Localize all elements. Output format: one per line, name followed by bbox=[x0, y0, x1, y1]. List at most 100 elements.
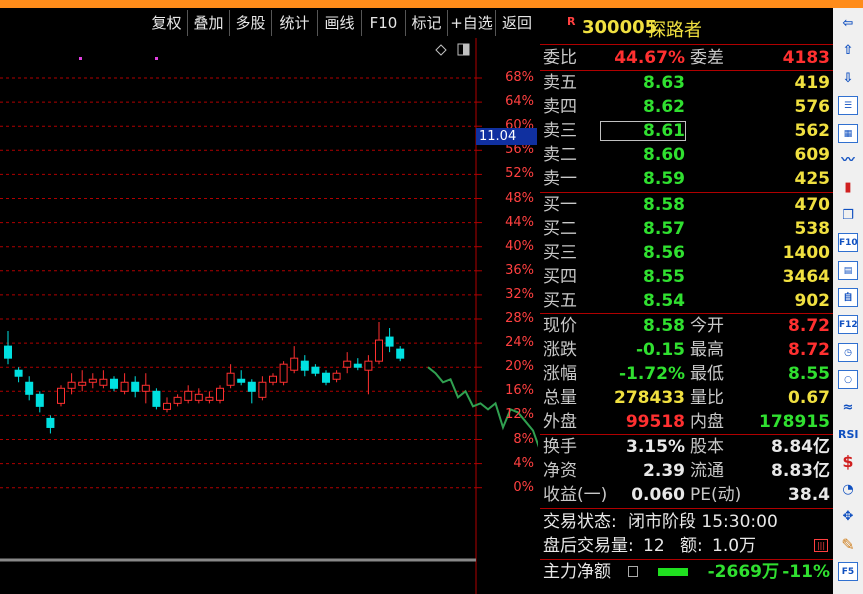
rong-badge: R bbox=[567, 15, 576, 28]
candle-body bbox=[194, 393, 203, 401]
fundamental-row: 净资 2.39 流通 8.83亿 bbox=[540, 459, 833, 483]
candle-body bbox=[120, 381, 129, 392]
draw-line-button[interactable]: 画线 bbox=[318, 10, 362, 36]
stat-value: 99518 bbox=[625, 412, 685, 432]
weibi-label: 委比 bbox=[543, 48, 577, 68]
candle-body bbox=[226, 372, 235, 386]
multi-stock-button[interactable]: 多股 bbox=[230, 10, 272, 36]
stock-name[interactable]: 探路者 bbox=[648, 16, 702, 42]
overlay-button[interactable]: 叠加 bbox=[188, 10, 230, 36]
candle-body bbox=[290, 357, 299, 371]
marker-dot bbox=[79, 57, 82, 60]
statistics-button[interactable]: 统计 bbox=[272, 10, 318, 36]
candle-body bbox=[35, 393, 44, 407]
pen-icon[interactable]: ✎ bbox=[838, 535, 858, 554]
y-axis-label: 24% bbox=[505, 335, 534, 351]
divider bbox=[540, 508, 833, 509]
book-icon[interactable]: ▤ bbox=[838, 260, 858, 280]
candle-body bbox=[269, 375, 277, 383]
pie-icon[interactable]: ◔ bbox=[838, 480, 858, 499]
amount-value: 1.0万 bbox=[712, 536, 757, 556]
f10-icon[interactable]: F10 bbox=[838, 233, 858, 253]
ask-volume: 419 bbox=[794, 73, 831, 93]
candle-body bbox=[258, 381, 267, 398]
y-axis-label: 68% bbox=[505, 70, 534, 85]
stat-row: 外盘 99518 内盘 178915 bbox=[540, 410, 833, 434]
stat-label: 内盘 bbox=[690, 412, 724, 432]
self-select-icon[interactable]: 自 bbox=[838, 288, 858, 307]
weibi-value: 44.67% bbox=[614, 48, 685, 68]
candle-body bbox=[300, 360, 309, 371]
y-axis-label: 0% bbox=[513, 479, 534, 495]
move-icon[interactable]: ✥ bbox=[838, 507, 858, 526]
selected-price-box[interactable] bbox=[600, 121, 686, 141]
candle-body bbox=[375, 339, 383, 362]
mark-button[interactable]: 标记 bbox=[406, 10, 448, 36]
stat-label: 最低 bbox=[690, 364, 724, 384]
detail-icon[interactable] bbox=[628, 566, 638, 577]
window-toggle-fill bbox=[463, 44, 469, 55]
main-flow-label: 主力净额 bbox=[543, 562, 611, 582]
candle-body bbox=[322, 372, 330, 383]
ask-volume: 562 bbox=[794, 121, 831, 141]
candle-body bbox=[311, 366, 320, 374]
kline-svg bbox=[0, 38, 538, 594]
f5-icon[interactable]: F5 bbox=[838, 562, 858, 581]
circle-icon[interactable]: ○ bbox=[838, 370, 858, 390]
candle-body bbox=[364, 360, 373, 371]
ask-row: 卖四 8.62 576 bbox=[540, 95, 833, 119]
bid-label: 买二 bbox=[543, 219, 577, 239]
main-flow-pct: -11% bbox=[782, 562, 830, 582]
wave-icon[interactable]: ≈ bbox=[838, 398, 858, 417]
kline-chart[interactable]: 68% 64% 60% 56% 52% 48% 44% 40% 36% 32% 28% 24% 20% 1… bbox=[0, 38, 538, 594]
candle-body bbox=[110, 378, 118, 389]
bid-price: 8.54 bbox=[643, 291, 685, 311]
stock-header: R 300005 探路者 bbox=[540, 14, 833, 44]
arrow-up-icon[interactable]: ⇧ bbox=[838, 41, 858, 60]
line-chart-icon[interactable]: 〰 bbox=[838, 151, 858, 170]
bid-volume: 902 bbox=[794, 291, 831, 311]
amount-label: 额: bbox=[680, 536, 703, 556]
ask-price: 8.62 bbox=[643, 97, 685, 117]
bid-price: 8.56 bbox=[643, 243, 685, 263]
money-icon[interactable]: $ bbox=[838, 452, 858, 471]
y-axis-label: 16% bbox=[505, 383, 534, 399]
right-toolbar: ⇦ ⇧ ⇩ ☰ ▦ 〰 ▮ ❐ F10 ▤ 自 F12 ◷ ○ ≈ RSI $ ◔ ✥ ✎ F5 bbox=[833, 8, 863, 594]
y-axis-label: 28% bbox=[505, 311, 534, 326]
candle-body bbox=[163, 402, 171, 410]
top-accent-bar bbox=[0, 0, 863, 8]
list-icon[interactable]: ☰ bbox=[838, 96, 858, 116]
clock-icon[interactable]: ◷ bbox=[838, 342, 858, 362]
f10-button[interactable]: F10 bbox=[362, 10, 406, 36]
arrow-down-icon[interactable]: ⇩ bbox=[838, 69, 858, 88]
bar-chart-icon[interactable]: ||| bbox=[814, 539, 828, 552]
candle-body bbox=[396, 348, 405, 359]
back-button[interactable]: 返回 bbox=[496, 10, 538, 36]
ask-volume: 609 bbox=[794, 145, 831, 165]
stat-label: 外盘 bbox=[543, 412, 577, 432]
arrow-left-icon[interactable]: ⇦ bbox=[838, 14, 858, 33]
grid-icon[interactable]: ▦ bbox=[838, 123, 858, 143]
candle-body bbox=[78, 381, 87, 386]
fund-value: 2.39 bbox=[643, 461, 685, 481]
y-axis-label: 20% bbox=[505, 359, 534, 375]
candle-body bbox=[57, 387, 65, 404]
ask-price: 8.60 bbox=[643, 145, 685, 165]
candle-chart-icon[interactable]: ▮ bbox=[838, 178, 858, 197]
ask-label: 卖二 bbox=[543, 145, 577, 165]
ask-volume: 425 bbox=[794, 169, 831, 189]
bid-price: 8.58 bbox=[643, 195, 685, 215]
rsi-icon[interactable]: RSI bbox=[838, 425, 859, 444]
candle-body bbox=[14, 369, 23, 377]
bid-row: 买一 8.58 470 bbox=[540, 193, 833, 217]
add-watchlist-button[interactable]: +自选 bbox=[448, 10, 496, 36]
flow-bar bbox=[658, 568, 688, 576]
fuquan-button[interactable]: 复权 bbox=[146, 10, 188, 36]
stat-value: 278433 bbox=[614, 388, 685, 408]
trade-status-label: 交易状态: bbox=[543, 512, 617, 532]
stat-label: 涨幅 bbox=[543, 364, 577, 384]
marker-dot bbox=[155, 57, 158, 60]
f12-icon[interactable]: F12 bbox=[838, 315, 858, 335]
window-icon[interactable]: ❐ bbox=[838, 206, 858, 225]
candle-body bbox=[247, 381, 256, 392]
